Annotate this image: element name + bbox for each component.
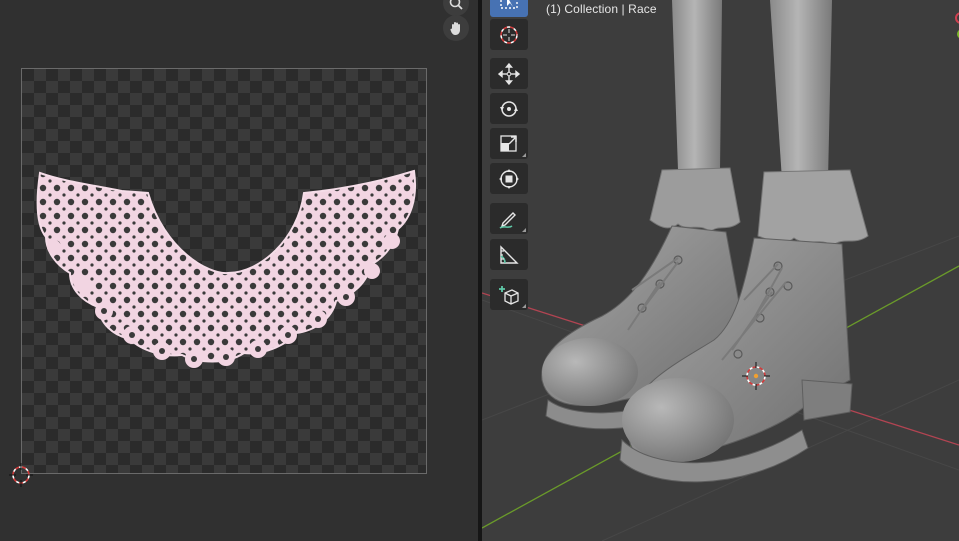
select-box-icon bbox=[500, 0, 518, 9]
tool-options-indicator bbox=[522, 228, 526, 232]
tool-transform[interactable] bbox=[490, 163, 528, 194]
2d-cursor-icon[interactable] bbox=[9, 463, 33, 487]
lace-collar-texture bbox=[36, 169, 416, 368]
image-editor-area[interactable] bbox=[0, 0, 478, 541]
navigation-gizmo-edge[interactable] bbox=[951, 12, 959, 42]
zoom-button[interactable] bbox=[443, 0, 469, 16]
tool-options-indicator bbox=[522, 304, 526, 308]
object-origin bbox=[753, 373, 759, 379]
tool-rotate[interactable] bbox=[490, 93, 528, 124]
tool-add-cube[interactable] bbox=[490, 279, 528, 310]
measure-icon bbox=[500, 244, 519, 264]
tool-cursor[interactable] bbox=[490, 19, 528, 50]
tool-move[interactable] bbox=[490, 58, 528, 89]
cursor-icon bbox=[500, 25, 518, 44]
tool-select-box[interactable] bbox=[490, 0, 528, 17]
tool-measure[interactable] bbox=[490, 239, 528, 270]
annotate-icon bbox=[499, 211, 516, 229]
rotate-icon bbox=[500, 100, 518, 117]
viewport-collection-label: (1) Collection | Race bbox=[546, 2, 657, 16]
scale-icon bbox=[500, 134, 517, 152]
move-icon bbox=[498, 62, 520, 85]
tool-scale[interactable] bbox=[490, 128, 528, 159]
tool-options-indicator bbox=[522, 153, 526, 157]
transform-icon bbox=[499, 168, 519, 189]
add-cube-icon bbox=[499, 285, 519, 305]
tool-annotate[interactable] bbox=[490, 203, 528, 234]
image-canvas[interactable] bbox=[21, 68, 427, 474]
zoom-icon bbox=[449, 0, 463, 10]
3d-viewport[interactable]: (1) Collection | Race bbox=[482, 0, 959, 541]
hand-pan-icon bbox=[450, 22, 460, 35]
pan-button[interactable] bbox=[443, 15, 469, 41]
scene-render bbox=[482, 0, 959, 541]
